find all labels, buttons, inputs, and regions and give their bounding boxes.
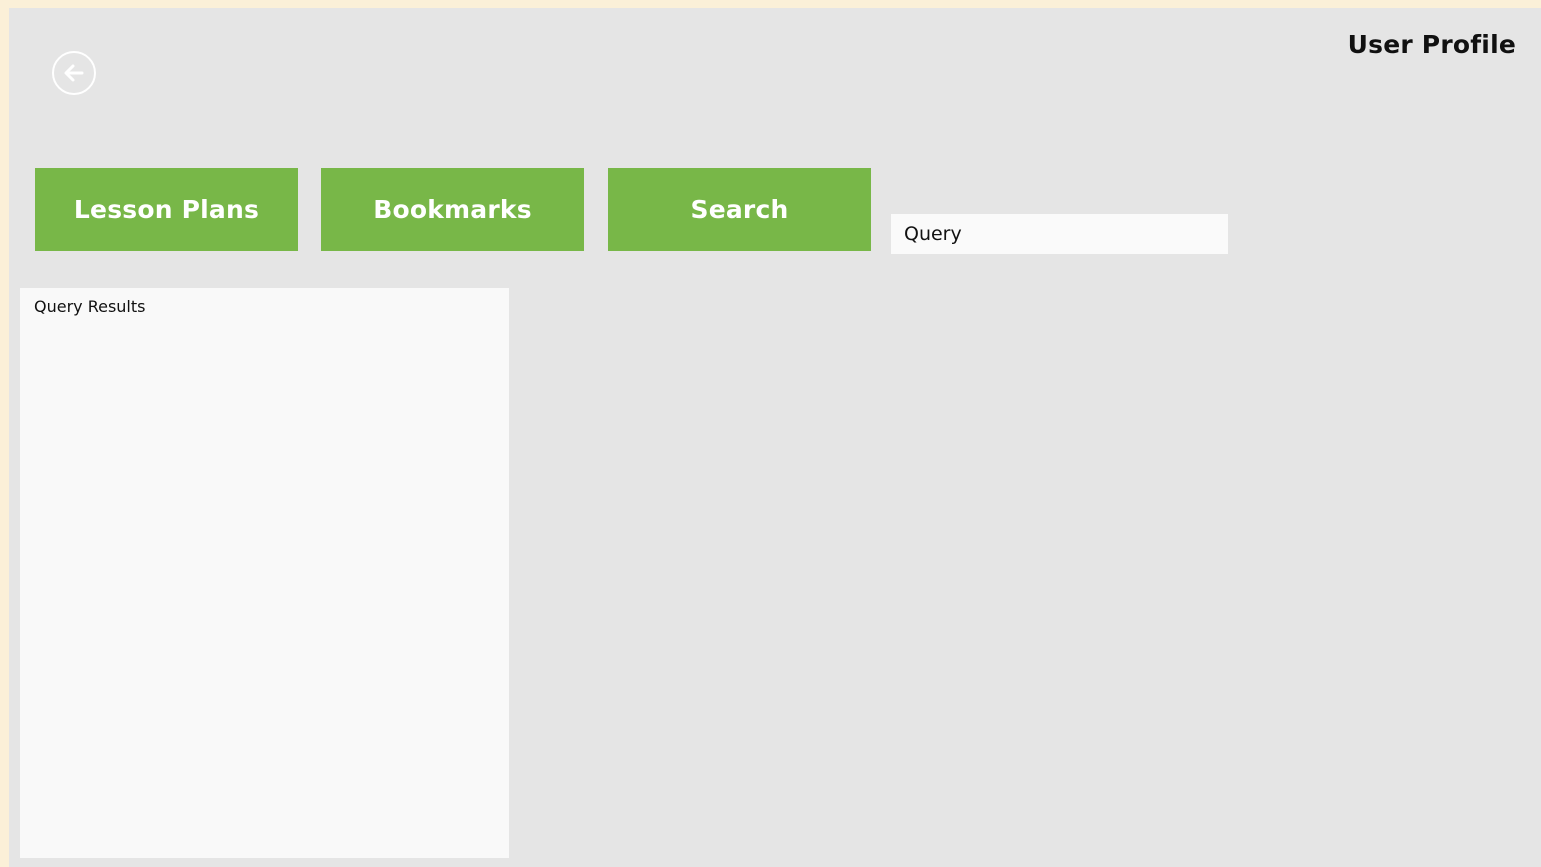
query-results-label: Query Results	[34, 297, 146, 316]
query-results-panel: Query Results	[20, 288, 509, 858]
arrow-left-icon	[64, 64, 84, 82]
query-input[interactable]	[891, 214, 1228, 254]
app-window: User Profile Lesson Plans Bookmarks Sear…	[9, 8, 1541, 867]
lesson-plans-button[interactable]: Lesson Plans	[35, 168, 298, 251]
back-button[interactable]	[52, 51, 96, 95]
search-button[interactable]: Search	[608, 168, 871, 251]
bookmarks-button[interactable]: Bookmarks	[321, 168, 584, 251]
page-title: User Profile	[1347, 30, 1516, 59]
